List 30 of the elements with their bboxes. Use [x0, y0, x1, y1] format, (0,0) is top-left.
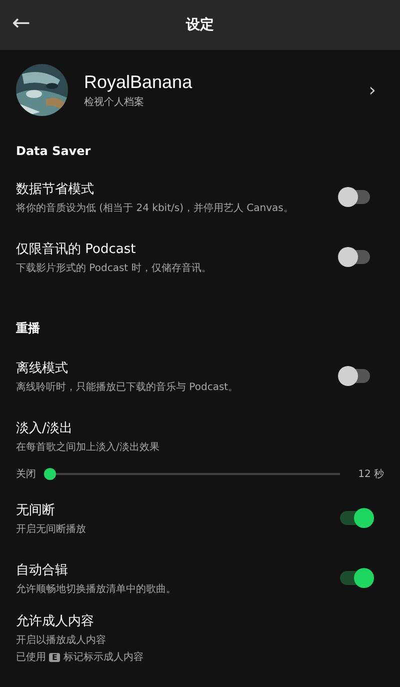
setting-title: 离线模式	[16, 360, 68, 376]
toggle-switch[interactable]	[340, 369, 370, 383]
setting-title: 淡入/淡出	[16, 420, 72, 436]
setting-description: 离线聆听时，只能播放已下载的音乐与 Podcast。	[16, 380, 238, 394]
slider-min-label: 关闭	[16, 468, 36, 481]
page-title: 设定	[186, 16, 214, 34]
chevron-icon[interactable]: ›	[368, 80, 376, 100]
setting-description: 在每首歌之间加上淡入/淡出效果	[16, 440, 160, 454]
profile-name[interactable]: RoyalBanana	[84, 72, 192, 92]
setting-description: 允许顺畅地切换播放清单中的歌曲。	[16, 582, 176, 596]
setting-title: 数据节省模式	[16, 180, 94, 198]
toggle-switch[interactable]	[340, 190, 370, 204]
section-heading: 重播	[15, 320, 41, 337]
explicit-badge: E	[49, 652, 60, 662]
slider-max-label: 12 秒	[358, 468, 384, 481]
toggle-switch[interactable]	[340, 250, 370, 264]
setting-description: 标记标示成人内容	[63, 650, 144, 664]
setting-description: 开启以播放成人内容	[16, 634, 106, 647]
setting-description: 将你的音质设为低 (相当于 24 kbit/s)，并停用艺人 Canvas。	[16, 202, 294, 214]
profile-subtitle: 检视个人档案	[84, 96, 144, 108]
section-heading: Data Saver	[15, 144, 92, 158]
setting-title: 仅限音讯的 Podcast	[16, 240, 136, 258]
setting-description: 下载影片形式的 Podcast 时，仅储存音讯。	[16, 262, 212, 274]
setting-description: 开启无间断播放	[16, 522, 86, 536]
setting-title: 自动合辑	[16, 562, 68, 578]
slider-thumb[interactable]	[44, 468, 56, 480]
setting-title: 允许成人内容	[16, 613, 94, 630]
back-button[interactable]: ←	[8, 10, 34, 38]
setting-title: 无间断	[16, 502, 55, 518]
setting-description: 已使用	[16, 651, 46, 664]
